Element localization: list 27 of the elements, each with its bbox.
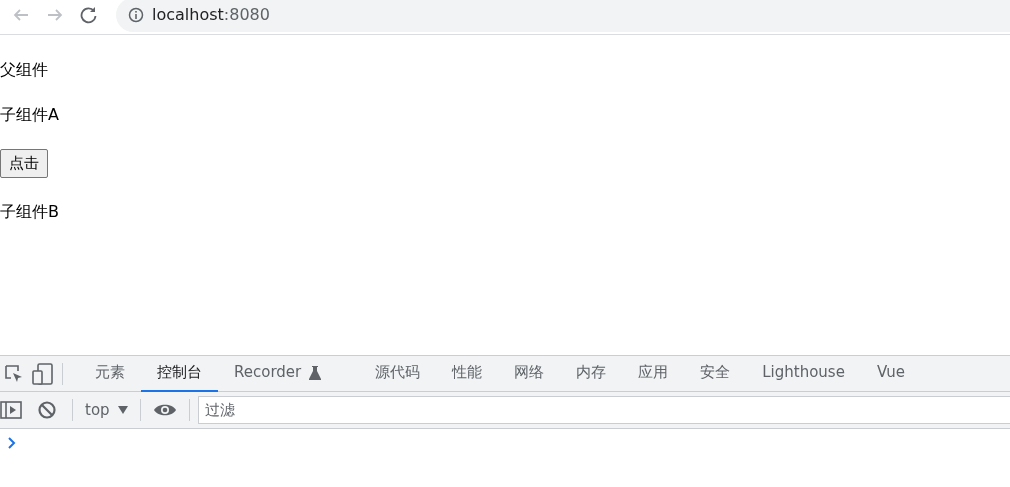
devtools-tab[interactable]: 元素 <box>79 355 141 392</box>
clear-icon[interactable] <box>38 401 56 419</box>
info-icon[interactable] <box>128 7 144 23</box>
page-text: 父组件 <box>0 60 49 80</box>
devtools-tab[interactable]: 网络 <box>498 355 561 392</box>
page-text: 子组件A <box>0 105 60 125</box>
sidebar-icon[interactable] <box>0 401 22 419</box>
address-host: localhost <box>152 4 224 26</box>
click-button[interactable]: 点击 <box>0 149 48 178</box>
devtools-tab[interactable]: 性能 <box>436 355 499 392</box>
eye-icon[interactable] <box>152 402 177 418</box>
device-icon[interactable] <box>32 362 54 385</box>
reload-icon[interactable] <box>80 6 98 24</box>
page-text: 子组件B <box>0 202 60 222</box>
address-port: :8080 <box>223 4 270 26</box>
devtools-tab[interactable]: 源代码 <box>359 355 437 392</box>
prompt-icon <box>8 437 16 449</box>
devtools-tab[interactable]: Vue <box>860 355 921 392</box>
context-dropdown[interactable]: top <box>81 398 132 422</box>
devtools-tab[interactable]: Recorder <box>218 355 338 392</box>
devtools-tab[interactable]: 内存 <box>560 355 623 392</box>
inspect-icon[interactable] <box>4 363 24 384</box>
devtools-tab[interactable]: 安全 <box>684 355 747 392</box>
devtools-tab[interactable]: 应用 <box>622 355 685 392</box>
caret-icon <box>117 406 128 414</box>
filter-field[interactable]: 过滤 <box>197 396 1010 424</box>
devtools-tab[interactable]: Lighthouse <box>746 355 861 392</box>
